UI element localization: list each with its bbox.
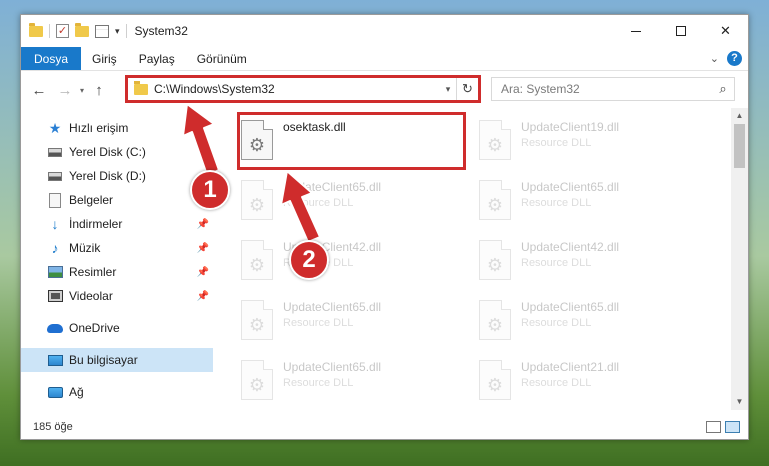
arrow-to-file-icon [280,170,321,243]
step-2-badge: 2 [289,240,329,280]
step-1-badge: 1 [190,170,230,210]
annotation-arrows [182,103,321,243]
arrow-to-address-bar-icon [182,103,220,176]
